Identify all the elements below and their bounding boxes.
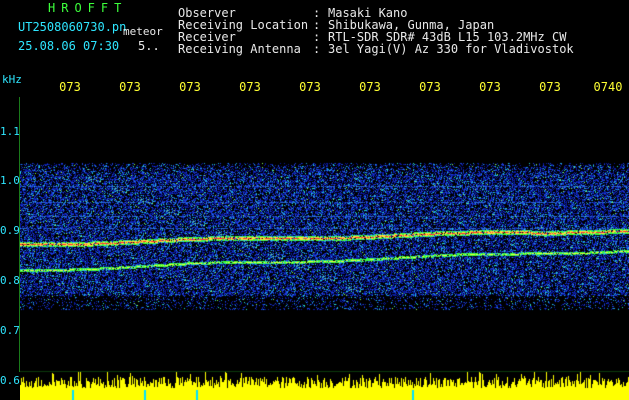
info-row-location: Receiving Location : Shibukawa, Gunma, J… [178, 18, 494, 32]
y-tick-label: 0.9 [0, 224, 20, 237]
info-row-receiver: Receiver : RTL-SDR SDR# 43dB L15 103.2MH… [178, 30, 566, 44]
y-tick-label: 0.8 [0, 274, 20, 287]
file-suffix: meteor [123, 25, 163, 38]
info-label: Receiving Antenna [178, 42, 301, 56]
date-time: 25.08.06 07:30 [18, 39, 120, 53]
x-tick-label: 0740 [593, 80, 623, 94]
y-axis-unit: kHz [2, 73, 22, 86]
x-tick-label: 073 [119, 80, 141, 94]
info-row-observer: Observer : Masaki Kano [178, 6, 407, 20]
x-tick-label: 073 [419, 80, 441, 94]
info-separator: : [313, 42, 321, 56]
x-tick-label: 073 [359, 80, 381, 94]
x-tick-label: 073 [539, 80, 561, 94]
file-name: UT2508060730.pn [18, 20, 127, 34]
y-tick-label: 0.6 [0, 374, 20, 387]
x-tick-label: 073 [239, 80, 261, 94]
hrofft-window: HROFFT UT2508060730.pn meteor 25.08.06 0… [0, 0, 629, 400]
x-tick-label: 073 [479, 80, 501, 94]
x-tick-label: 073 [299, 80, 321, 94]
y-tick-label: 1.0 [0, 174, 20, 187]
spectrogram-area [20, 98, 629, 400]
y-tick-label: 0.7 [0, 324, 20, 337]
extra-value: 5.. [138, 39, 160, 53]
spectrogram-canvas [20, 98, 629, 400]
app-title: HROFFT [48, 1, 128, 15]
info-value: 3el Yagi(V) Az 330 for Vladivostok [328, 42, 574, 56]
info-row-antenna: Receiving Antenna : 3el Yagi(V) Az 330 f… [178, 42, 574, 56]
x-tick-label: 073 [59, 80, 81, 94]
y-tick-label: 1.1 [0, 125, 20, 138]
x-tick-label: 073 [179, 80, 201, 94]
